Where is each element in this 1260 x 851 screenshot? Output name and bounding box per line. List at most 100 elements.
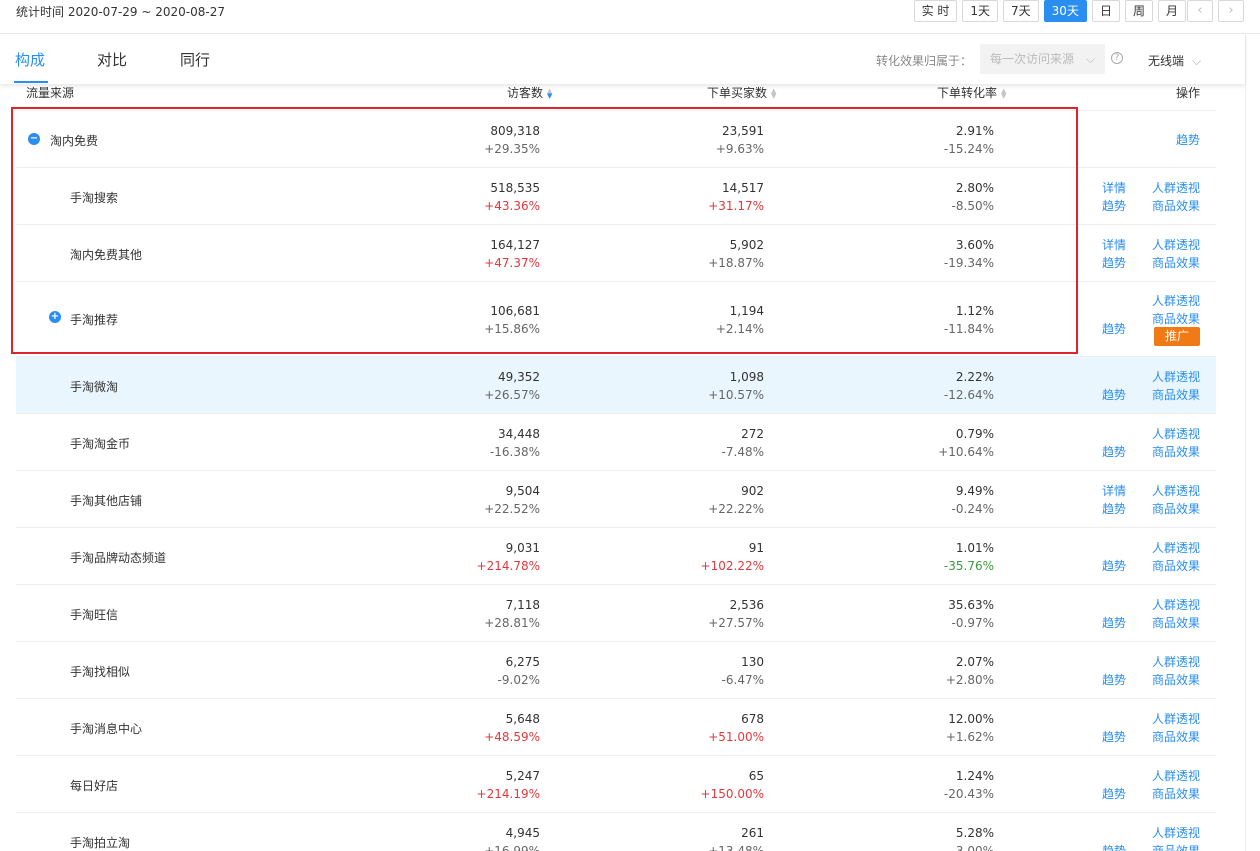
buyers-delta: +150.00% <box>700 787 764 801</box>
buyers-value: 1,194 <box>729 304 764 318</box>
crowd-link[interactable]: 人群透视 <box>1152 482 1200 500</box>
product-effect-link[interactable]: 商品效果 <box>1152 254 1200 272</box>
trend-link[interactable]: 趋势 <box>1102 500 1126 518</box>
trend-link[interactable]: 趋势 <box>1102 614 1126 632</box>
buyers-cell: 272 -7.48% <box>722 425 764 461</box>
rate-cell: 9.49% -0.24% <box>952 482 994 518</box>
col-visitors[interactable]: 访客数 ▲ ▼ <box>507 84 555 101</box>
trend-link[interactable]: 趋势 <box>1102 557 1126 575</box>
chevron-right-icon[interactable]: › <box>1218 0 1244 22</box>
trend-link[interactable]: 趋势 <box>1102 320 1126 338</box>
crowd-link[interactable]: 人群透视 <box>1152 653 1200 671</box>
source-name: 手淘淘金币 <box>70 437 131 451</box>
visitors-cell: 9,504 +22.52% <box>484 482 540 518</box>
visitors-value: 106,681 <box>490 304 540 318</box>
promo-button[interactable]: 推广 <box>1154 327 1200 346</box>
row-actions: 人群透视趋势 商品效果 <box>1090 767 1200 807</box>
visitors-cell: 5,247 +214.19% <box>477 767 540 803</box>
rate-cell: 2.80% -8.50% <box>952 179 994 215</box>
product-effect-link[interactable]: 商品效果 <box>1152 443 1200 461</box>
detail-link[interactable]: 详情 <box>1102 482 1126 500</box>
time-range-button[interactable]: 1天 <box>962 0 999 22</box>
visitors-cell: 164,127 +47.37% <box>484 236 540 272</box>
visitors-value: 164,127 <box>490 238 540 252</box>
trend-link[interactable]: 趋势 <box>1102 386 1126 404</box>
chevron-left-icon[interactable]: ‹ <box>1187 0 1213 22</box>
help-icon[interactable]: ? <box>1111 52 1123 64</box>
trend-link[interactable]: 趋势 <box>1102 785 1126 803</box>
time-range-button[interactable]: 30天 <box>1043 0 1087 22</box>
attribution-select[interactable]: 每一次访问来源 ⌵ <box>980 44 1105 74</box>
visitors-delta: +22.52% <box>484 502 540 516</box>
collapse-icon[interactable]: − <box>28 133 40 145</box>
product-effect-link[interactable]: 商品效果 <box>1152 557 1200 575</box>
source-name: 手淘品牌动态频道 <box>70 551 167 565</box>
visitors-cell: 7,118 +28.81% <box>484 596 540 632</box>
product-effect-link[interactable]: 商品效果 <box>1152 842 1200 851</box>
visitors-cell: 9,031 +214.78% <box>477 539 540 575</box>
time-range-button[interactable]: 实 时 <box>913 0 958 22</box>
device-value: 无线端 <box>1148 54 1185 68</box>
tab-compare[interactable]: 对比 <box>97 49 127 70</box>
rate-value: 2.80% <box>955 181 994 195</box>
source-name: 淘内免费 <box>50 134 99 148</box>
row-actions: 趋势 <box>1090 122 1200 162</box>
row-actions: 人群透视趋势 商品效果 <box>1090 824 1200 851</box>
product-effect-link[interactable]: 商品效果 <box>1152 671 1200 689</box>
row-actions: 人群透视趋势 商品效果 <box>1090 292 1200 336</box>
product-effect-link[interactable]: 商品效果 <box>1152 310 1200 328</box>
time-range-button[interactable]: 7天 <box>1003 0 1039 22</box>
visitors-cell: 34,448 -16.38% <box>490 425 540 461</box>
attribution-value: 每一次访问来源 <box>990 52 1075 66</box>
crowd-link[interactable]: 人群透视 <box>1152 368 1200 386</box>
time-range-button[interactable]: 周 <box>1124 0 1153 22</box>
tab-underline <box>14 81 48 83</box>
col-conversion[interactable]: 下单转化率 ▲ ▼ <box>937 84 1009 101</box>
time-range-button[interactable]: 月 <box>1157 0 1186 22</box>
sort-icon: ▲ ▼ <box>1001 86 1007 100</box>
scrollbar-track[interactable] <box>1245 34 1260 851</box>
product-effect-link[interactable]: 商品效果 <box>1152 785 1200 803</box>
product-effect-link[interactable]: 商品效果 <box>1152 614 1200 632</box>
trend-link[interactable]: 趋势 <box>1102 443 1126 461</box>
row-actions: 详情 人群透视趋势 商品效果 <box>1090 482 1200 522</box>
detail-link[interactable]: 详情 <box>1102 236 1126 254</box>
trend-link[interactable]: 趋势 <box>1102 197 1126 215</box>
product-effect-link[interactable]: 商品效果 <box>1152 500 1200 518</box>
crowd-link[interactable]: 人群透视 <box>1152 292 1200 310</box>
trend-link[interactable]: 趋势 <box>1102 254 1126 272</box>
time-range-button[interactable]: 日 <box>1091 0 1120 22</box>
tab-composition[interactable]: 构成 <box>15 49 45 70</box>
col-buyers[interactable]: 下单买家数 ▲ ▼ <box>707 84 779 101</box>
trend-link[interactable]: 趋势 <box>1102 728 1126 746</box>
crowd-link[interactable]: 人群透视 <box>1152 710 1200 728</box>
table-row: − 淘内免费 809,318 +29.35% 23,591 +9.63% 2.91% -15.… <box>16 111 1216 168</box>
trend-link[interactable]: 趋势 <box>1102 842 1126 851</box>
rate-cell: 35.63% -0.97% <box>948 596 994 632</box>
trend-link[interactable]: 趋势 <box>1102 671 1126 689</box>
tab-peer[interactable]: 同行 <box>180 49 210 70</box>
device-select[interactable]: 无线端 ⌵ <box>1148 52 1201 69</box>
product-effect-link[interactable]: 商品效果 <box>1152 386 1200 404</box>
row-actions: 人群透视趋势 商品效果 <box>1090 596 1200 636</box>
buyers-value: 5,902 <box>729 238 764 252</box>
buyers-cell: 2,536 +27.57% <box>708 596 764 632</box>
crowd-link[interactable]: 人群透视 <box>1152 425 1200 443</box>
trend-link[interactable]: 趋势 <box>1176 131 1200 149</box>
source-name: 手淘旺信 <box>70 608 119 622</box>
buyers-value: 14,517 <box>722 181 764 195</box>
table-row: 淘内免费其他 164,127 +47.37% 5,902 +18.87% 3.60% -19… <box>16 225 1216 282</box>
visitors-cell: 6,275 -9.02% <box>498 653 540 689</box>
detail-link[interactable]: 详情 <box>1102 179 1126 197</box>
product-effect-link[interactable]: 商品效果 <box>1152 728 1200 746</box>
crowd-link[interactable]: 人群透视 <box>1152 179 1200 197</box>
crowd-link[interactable]: 人群透视 <box>1152 236 1200 254</box>
crowd-link[interactable]: 人群透视 <box>1152 539 1200 557</box>
expand-icon[interactable]: + <box>49 311 61 323</box>
visitors-value: 518,535 <box>490 181 540 195</box>
crowd-link[interactable]: 人群透视 <box>1152 824 1200 842</box>
crowd-link[interactable]: 人群透视 <box>1152 596 1200 614</box>
product-effect-link[interactable]: 商品效果 <box>1152 197 1200 215</box>
crowd-link[interactable]: 人群透视 <box>1152 767 1200 785</box>
visitors-value: 7,118 <box>505 598 540 612</box>
